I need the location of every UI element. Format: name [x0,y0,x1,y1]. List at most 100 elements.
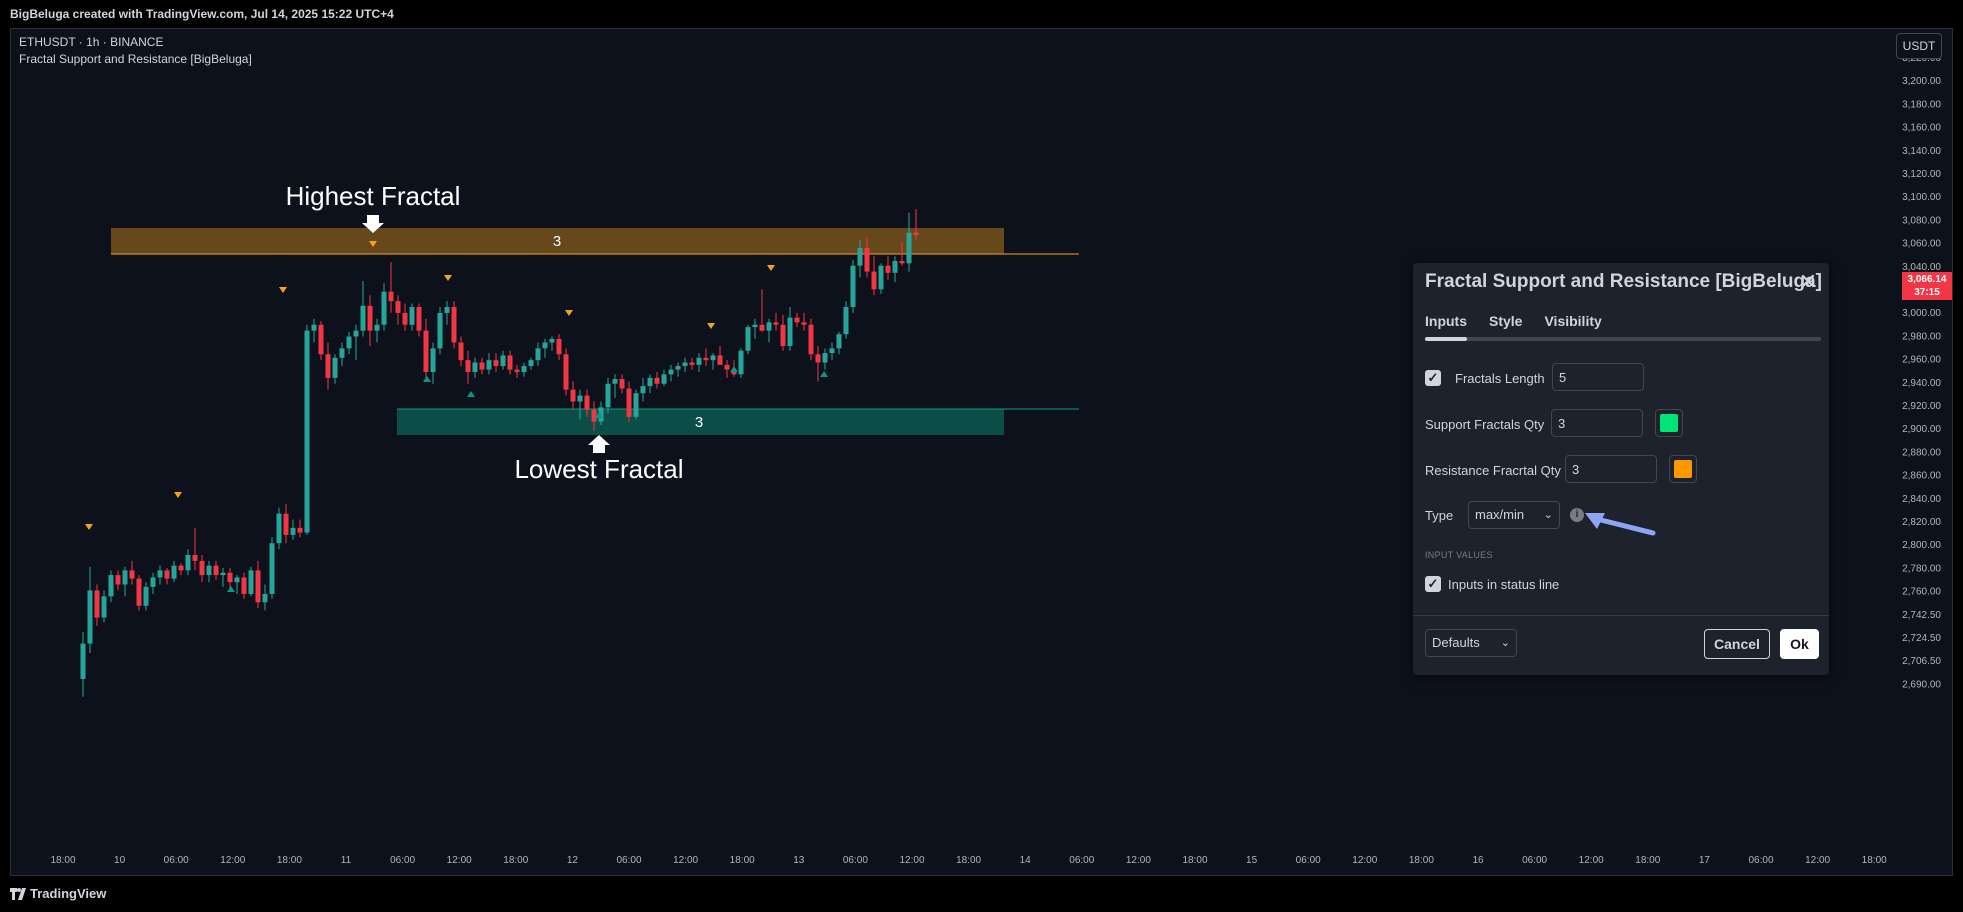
support-qty-input[interactable] [1551,409,1643,437]
candle-body [87,590,93,644]
candle-body [122,570,128,585]
x-tick-label: 18:00 [503,855,528,866]
type-select-value: max/min [1475,507,1525,522]
fractals-length-input[interactable] [1552,363,1644,391]
candle [647,374,653,394]
candle [122,566,128,597]
candle [129,560,135,585]
candle [290,519,296,540]
tab-style[interactable]: Style [1489,313,1522,329]
y-tick-label: 2,960.00 [1902,355,1941,366]
candle [654,371,660,389]
symbol-info: ETHUSDT · 1h · BINANCE [19,35,164,49]
candle [185,549,191,576]
tradingview-logo[interactable]: TradingView [10,886,106,901]
fractals-length-checkbox[interactable]: ✓ [1425,370,1441,386]
y-tick-label: 2,840.00 [1902,494,1941,505]
fractal-high-marker [85,524,93,530]
y-tick-label: 3,180.00 [1902,99,1941,110]
candle-body [206,565,212,576]
close-icon[interactable]: ✕ [1797,271,1819,293]
candle [206,560,212,583]
candle-body [150,577,156,587]
candle [381,283,387,331]
tab-inputs[interactable]: Inputs [1425,313,1467,329]
candle-body [773,322,779,325]
candle-body [752,324,758,328]
candle [262,584,268,611]
footer-divider [1413,615,1829,616]
tab-visibility[interactable]: Visibility [1544,313,1601,329]
x-tick-label: 06:00 [1069,855,1094,866]
candle [255,560,261,609]
candle-body [556,338,562,355]
defaults-label: Defaults [1432,635,1480,650]
resistance-qty-input[interactable] [1565,455,1657,483]
type-select[interactable]: max/min ⌄ [1468,501,1560,529]
y-tick-label: 2,724.50 [1902,633,1941,644]
support-count-label: 3 [695,414,703,431]
dialog-tabs: Inputs Style Visibility [1425,313,1602,329]
candle-body [808,324,814,355]
support-color-picker[interactable] [1655,409,1683,437]
cancel-button[interactable]: Cancel [1704,629,1770,659]
candle-body [220,572,226,576]
candle [437,307,443,355]
x-tick-label: 18:00 [730,855,755,866]
candle-body [829,348,835,354]
candle-body [94,590,100,618]
candle [465,350,471,384]
candle-body [444,307,450,313]
candle [108,570,114,603]
chevron-down-icon: ⌄ [1500,637,1510,649]
candle [535,342,541,367]
currency-button[interactable]: USDT [1896,33,1942,59]
x-tick-label: 06:00 [390,855,415,866]
candle [346,331,352,355]
candle-body [682,362,688,367]
candle [297,519,303,538]
x-tick-label: 18:00 [1862,855,1887,866]
candle-body [633,393,639,417]
bar-countdown: 37:15 [1914,287,1940,298]
x-tick-label: 14 [1020,855,1032,866]
candle [353,324,359,361]
candle-body [248,570,254,594]
resistance-color-picker[interactable] [1669,455,1697,483]
candle-body [535,348,541,361]
candle [87,566,93,654]
y-tick-label: 2,780.00 [1902,563,1941,574]
candle-body [591,409,597,422]
header-bar: BigBeluga created with TradingView.com, … [0,0,1963,28]
candle [787,307,793,351]
y-tick-label: 2,800.00 [1902,540,1941,551]
candle-body [409,307,415,325]
candle-body [374,324,380,331]
x-tick-label: 15 [1246,855,1258,866]
candle [738,348,744,378]
status-line-checkbox[interactable]: ✓ [1425,576,1441,592]
y-tick-label: 2,940.00 [1902,378,1941,389]
candle [472,357,478,378]
candle-body [521,366,527,372]
candle [542,338,548,358]
candle-body [689,362,695,365]
candle-body [290,527,296,535]
candle-body [570,389,576,402]
ok-button[interactable]: Ok [1780,629,1819,659]
candle [269,537,275,599]
candle-body [325,354,331,378]
y-tick-label: 2,706.50 [1902,656,1941,667]
candle-body [395,301,401,313]
candle-body [549,338,555,343]
x-tick-label: 06:00 [1748,855,1773,866]
candle-body [346,336,352,349]
indicator-name: Fractal Support and Resistance [BigBelug… [19,52,252,66]
candle-body [227,572,233,583]
candle-body [297,527,303,533]
candle-body [332,357,338,378]
defaults-dropdown[interactable]: Defaults ⌄ [1425,629,1517,657]
fractal-high-marker [444,275,452,281]
x-tick-label: 12:00 [447,855,472,866]
candle-body [675,366,681,370]
